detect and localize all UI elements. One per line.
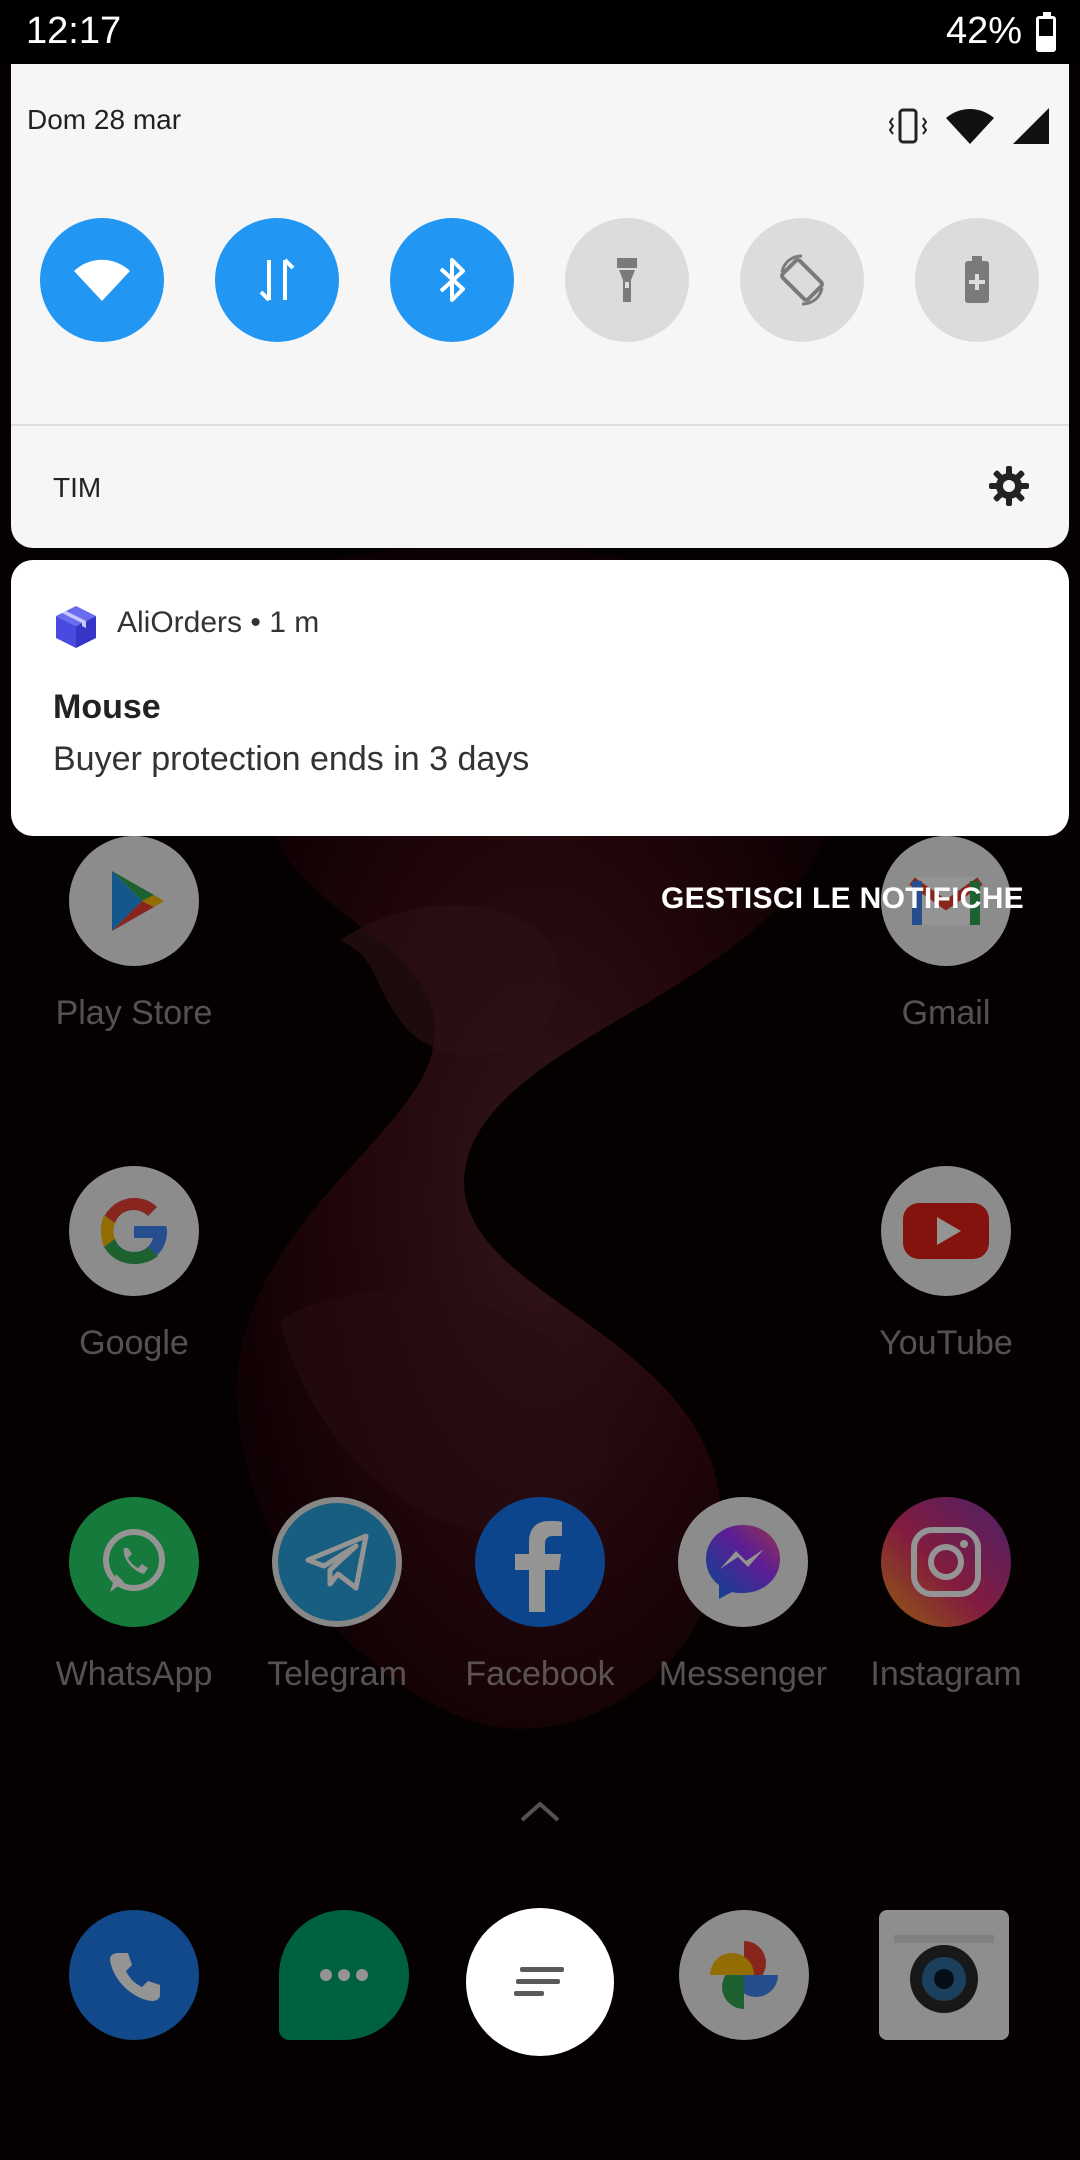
notification-time: 1 m (269, 606, 320, 639)
qs-date[interactable]: Dom 28 mar (27, 104, 181, 136)
app-label: Instagram (870, 1655, 1022, 1693)
facebook-icon (475, 1497, 605, 1627)
app-play-store[interactable]: Play Store (39, 836, 229, 1033)
app-facebook[interactable]: Facebook (445, 1497, 635, 1694)
google-icon (69, 1166, 199, 1296)
battery-icon (1036, 12, 1056, 52)
notification-title: Mouse (53, 688, 161, 726)
cellular-signal-icon (1013, 108, 1049, 144)
vibrate-icon (889, 108, 927, 144)
mobile-data-icon (259, 258, 295, 302)
chevron-up-icon[interactable] (516, 1796, 564, 1824)
app-label: Play Store (55, 994, 213, 1032)
app-label: Messenger (658, 1655, 828, 1693)
flashlight-toggle[interactable] (565, 218, 689, 342)
app-label: Google (79, 1324, 189, 1362)
whatsapp-icon (69, 1497, 199, 1627)
messenger-icon (678, 1497, 808, 1627)
app-youtube[interactable]: YouTube (851, 1166, 1041, 1363)
phone-icon[interactable] (69, 1910, 199, 2040)
telegram-icon (272, 1497, 402, 1627)
battery-saver-icon (965, 256, 989, 303)
qs-status-icons (889, 108, 1049, 144)
notification-header: AliOrders • 1 m (117, 606, 319, 640)
notification-body: Buyer protection ends in 3 days (53, 740, 530, 778)
youtube-icon (881, 1166, 1011, 1296)
app-label: WhatsApp (55, 1655, 213, 1693)
auto-rotate-icon (780, 254, 824, 306)
app-label: Gmail (901, 994, 991, 1032)
app-whatsapp[interactable]: WhatsApp (39, 1497, 229, 1694)
app-instagram[interactable]: Instagram (851, 1497, 1041, 1694)
app-messenger[interactable]: Messenger (648, 1497, 838, 1694)
app-drawer-icon (514, 1967, 564, 1996)
qs-divider (11, 424, 1069, 426)
play-store-icon (69, 836, 199, 966)
battery-percentage: 42% (945, 10, 1022, 52)
notification-app-name: AliOrders (117, 606, 243, 639)
bluetooth-icon (439, 258, 465, 302)
instagram-icon (881, 1497, 1011, 1627)
wifi-toggle[interactable] (40, 218, 164, 342)
status-time: 12:17 (26, 10, 122, 52)
gear-icon[interactable] (987, 464, 1031, 508)
app-label: YouTube (879, 1324, 1013, 1362)
wifi-icon (946, 109, 994, 144)
bluetooth-toggle[interactable] (390, 218, 514, 342)
wifi-icon (74, 259, 130, 301)
app-google[interactable]: Google (39, 1166, 229, 1363)
notification-separator: • (242, 606, 270, 639)
quick-settings-panel: Dom 28 mar TIM (11, 64, 1069, 548)
app-telegram[interactable]: Telegram (242, 1497, 432, 1694)
auto-rotate-toggle[interactable] (740, 218, 864, 342)
manage-notifications-button[interactable]: GESTISCI LE NOTIFICHE (661, 882, 1024, 916)
app-drawer-button[interactable] (466, 1908, 614, 2056)
qs-tiles (11, 218, 1069, 344)
app-label: Telegram (267, 1655, 407, 1693)
carrier-name: TIM (53, 472, 102, 503)
package-box-icon (56, 606, 96, 648)
messages-icon[interactable] (279, 1910, 409, 2040)
flashlight-icon (617, 258, 637, 302)
photos-icon[interactable] (679, 1910, 809, 2040)
camera-icon[interactable] (879, 1910, 1009, 2040)
notification-card[interactable]: AliOrders • 1 m Mouse Buyer protection e… (11, 560, 1069, 836)
mobile-data-toggle[interactable] (215, 218, 339, 342)
app-label: Facebook (465, 1655, 615, 1693)
app-gmail[interactable]: Gmail (851, 836, 1041, 1033)
status-bar: 12:17 42% (0, 0, 1080, 64)
battery-saver-toggle[interactable] (915, 218, 1039, 342)
